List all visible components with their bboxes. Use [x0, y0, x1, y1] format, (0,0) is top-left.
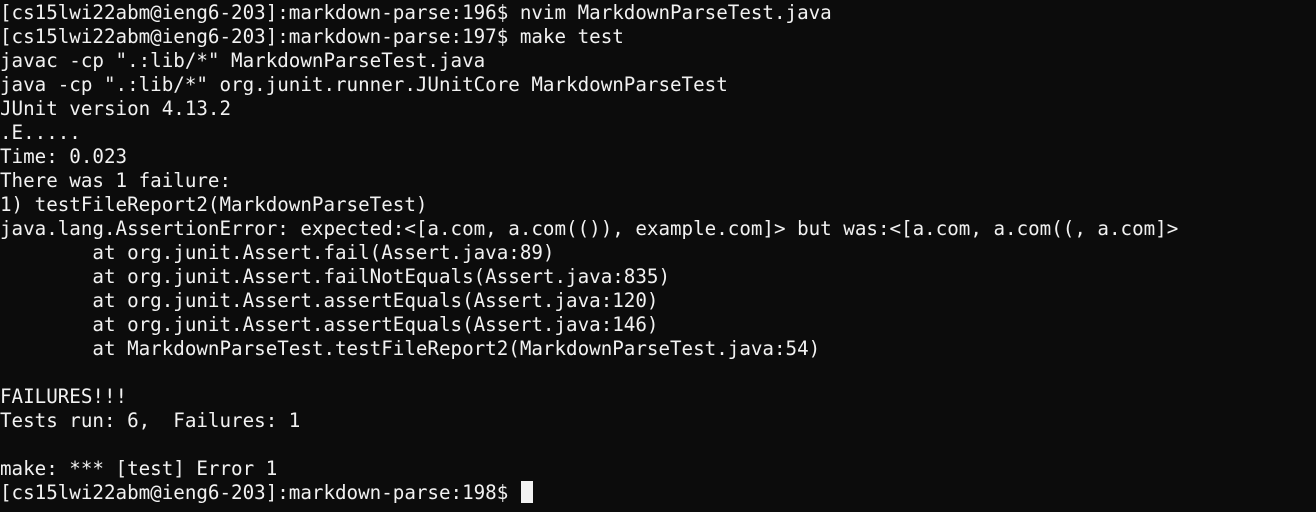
- text-cursor: [520, 481, 533, 503]
- terminal-line-make-command: [cs15lwi22abm@ieng6-203]:markdown-parse:…: [0, 25, 624, 48]
- terminal-line-javac: javac -cp ".:lib/*" MarkdownParseTest.ja…: [0, 49, 486, 72]
- terminal-line-test-progress: .E.....: [0, 121, 81, 144]
- shell-prompt: [cs15lwi22abm@ieng6-203]:markdown-parse:…: [0, 481, 520, 504]
- terminal-line-assertion-error: java.lang.AssertionError: expected:<[a.c…: [0, 217, 1179, 240]
- terminal-window[interactable]: [cs15lwi22abm@ieng6-203]:markdown-parse:…: [0, 0, 1316, 512]
- terminal-line-stack-frame: at org.junit.Assert.failNotEquals(Assert…: [0, 265, 671, 288]
- terminal-line-stack-frame: at org.junit.Assert.assertEquals(Assert.…: [0, 289, 659, 312]
- terminal-line-nvim-command: [cs15lwi22abm@ieng6-203]:markdown-parse:…: [0, 1, 832, 24]
- terminal-line-java-run: java -cp ".:lib/*" org.junit.runner.JUni…: [0, 73, 728, 96]
- terminal-line-junit-version: JUnit version 4.13.2: [0, 97, 232, 120]
- terminal-line-make-error: make: *** [test] Error 1: [0, 457, 278, 480]
- terminal-line-stack-frame: at org.junit.Assert.assertEquals(Assert.…: [0, 313, 659, 336]
- terminal-line-tests-summary: Tests run: 6, Failures: 1: [0, 409, 301, 432]
- terminal-line-failure-count: There was 1 failure:: [0, 169, 232, 192]
- terminal-line-time: Time: 0.023: [0, 145, 128, 168]
- terminal-line-stack-frame: at org.junit.Assert.fail(Assert.java:89): [0, 241, 555, 264]
- terminal-line-stack-frame: at MarkdownParseTest.testFileReport2(Mar…: [0, 337, 821, 360]
- terminal-line-failures-banner: FAILURES!!!: [0, 385, 128, 408]
- terminal-prompt-line[interactable]: [cs15lwi22abm@ieng6-203]:markdown-parse:…: [0, 481, 1178, 505]
- terminal-output: [cs15lwi22abm@ieng6-203]:markdown-parse:…: [0, 1, 1178, 505]
- terminal-line-failed-test: 1) testFileReport2(MarkdownParseTest): [0, 193, 428, 216]
